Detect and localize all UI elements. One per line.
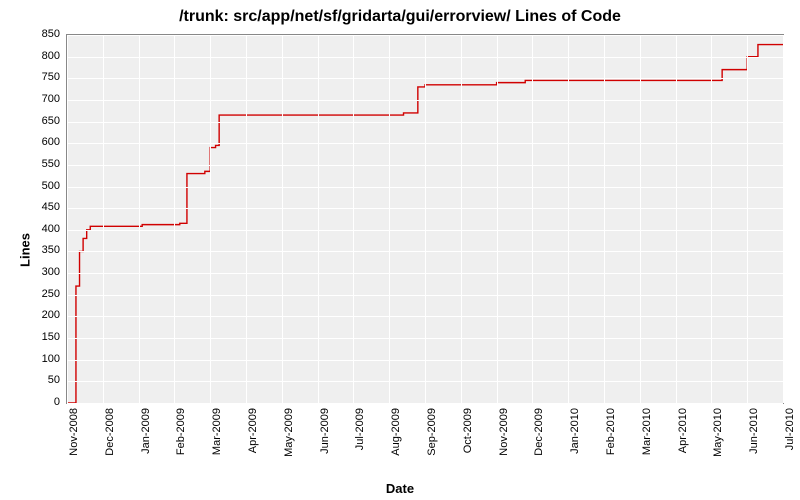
x-tick: Jan-2009 <box>140 408 152 478</box>
grid-v <box>139 35 140 403</box>
y-tick: 400 <box>20 223 60 235</box>
grid-v <box>640 35 641 403</box>
grid-v <box>604 35 605 403</box>
x-tick: May-2010 <box>712 408 724 478</box>
y-tick: 450 <box>20 201 60 213</box>
grid-v <box>210 35 211 403</box>
grid-v <box>747 35 748 403</box>
grid-v <box>246 35 247 403</box>
y-tick: 650 <box>20 115 60 127</box>
grid-v <box>497 35 498 403</box>
chart-plot-area <box>66 34 784 404</box>
grid-v <box>318 35 319 403</box>
y-tick: 550 <box>20 158 60 170</box>
x-tick: Apr-2009 <box>247 408 259 478</box>
y-tick: 600 <box>20 136 60 148</box>
y-tick: 150 <box>20 331 60 343</box>
y-tick: 300 <box>20 266 60 278</box>
x-tick: May-2009 <box>283 408 295 478</box>
grid-v <box>353 35 354 403</box>
x-tick: Jan-2010 <box>569 408 581 478</box>
x-tick: Mar-2009 <box>211 408 223 478</box>
y-tick: 800 <box>20 50 60 62</box>
grid-v <box>174 35 175 403</box>
x-tick: Mar-2010 <box>641 408 653 478</box>
x-tick: Aug-2009 <box>390 408 402 478</box>
x-tick: Dec-2009 <box>533 408 545 478</box>
x-tick: Feb-2009 <box>175 408 187 478</box>
grid-v <box>676 35 677 403</box>
grid-v <box>282 35 283 403</box>
grid-v <box>711 35 712 403</box>
y-tick: 200 <box>20 309 60 321</box>
grid-h <box>67 403 783 404</box>
grid-v <box>67 35 68 403</box>
x-tick: Dec-2008 <box>104 408 116 478</box>
y-tick: 500 <box>20 180 60 192</box>
grid-v <box>783 35 784 403</box>
x-tick: Nov-2008 <box>68 408 80 478</box>
x-tick: Jun-2010 <box>748 408 760 478</box>
y-tick: 850 <box>20 28 60 40</box>
grid-v <box>568 35 569 403</box>
grid-v <box>389 35 390 403</box>
x-tick: Jun-2009 <box>319 408 331 478</box>
grid-v <box>103 35 104 403</box>
x-axis-label: Date <box>0 481 800 496</box>
y-tick: 50 <box>20 374 60 386</box>
x-tick: Oct-2009 <box>462 408 474 478</box>
x-tick: Jul-2010 <box>784 408 796 478</box>
y-tick: 100 <box>20 353 60 365</box>
page-title: /trunk: src/app/net/sf/gridarta/gui/erro… <box>0 8 800 26</box>
y-tick: 700 <box>20 93 60 105</box>
x-tick: Jul-2009 <box>354 408 366 478</box>
x-tick: Nov-2009 <box>498 408 510 478</box>
x-tick: Sep-2009 <box>426 408 438 478</box>
grid-v <box>461 35 462 403</box>
y-tick: 250 <box>20 288 60 300</box>
grid-v <box>532 35 533 403</box>
y-tick: 750 <box>20 71 60 83</box>
y-tick: 350 <box>20 244 60 256</box>
x-tick: Apr-2010 <box>677 408 689 478</box>
grid-v <box>425 35 426 403</box>
y-tick: 0 <box>20 396 60 408</box>
x-tick: Feb-2010 <box>605 408 617 478</box>
